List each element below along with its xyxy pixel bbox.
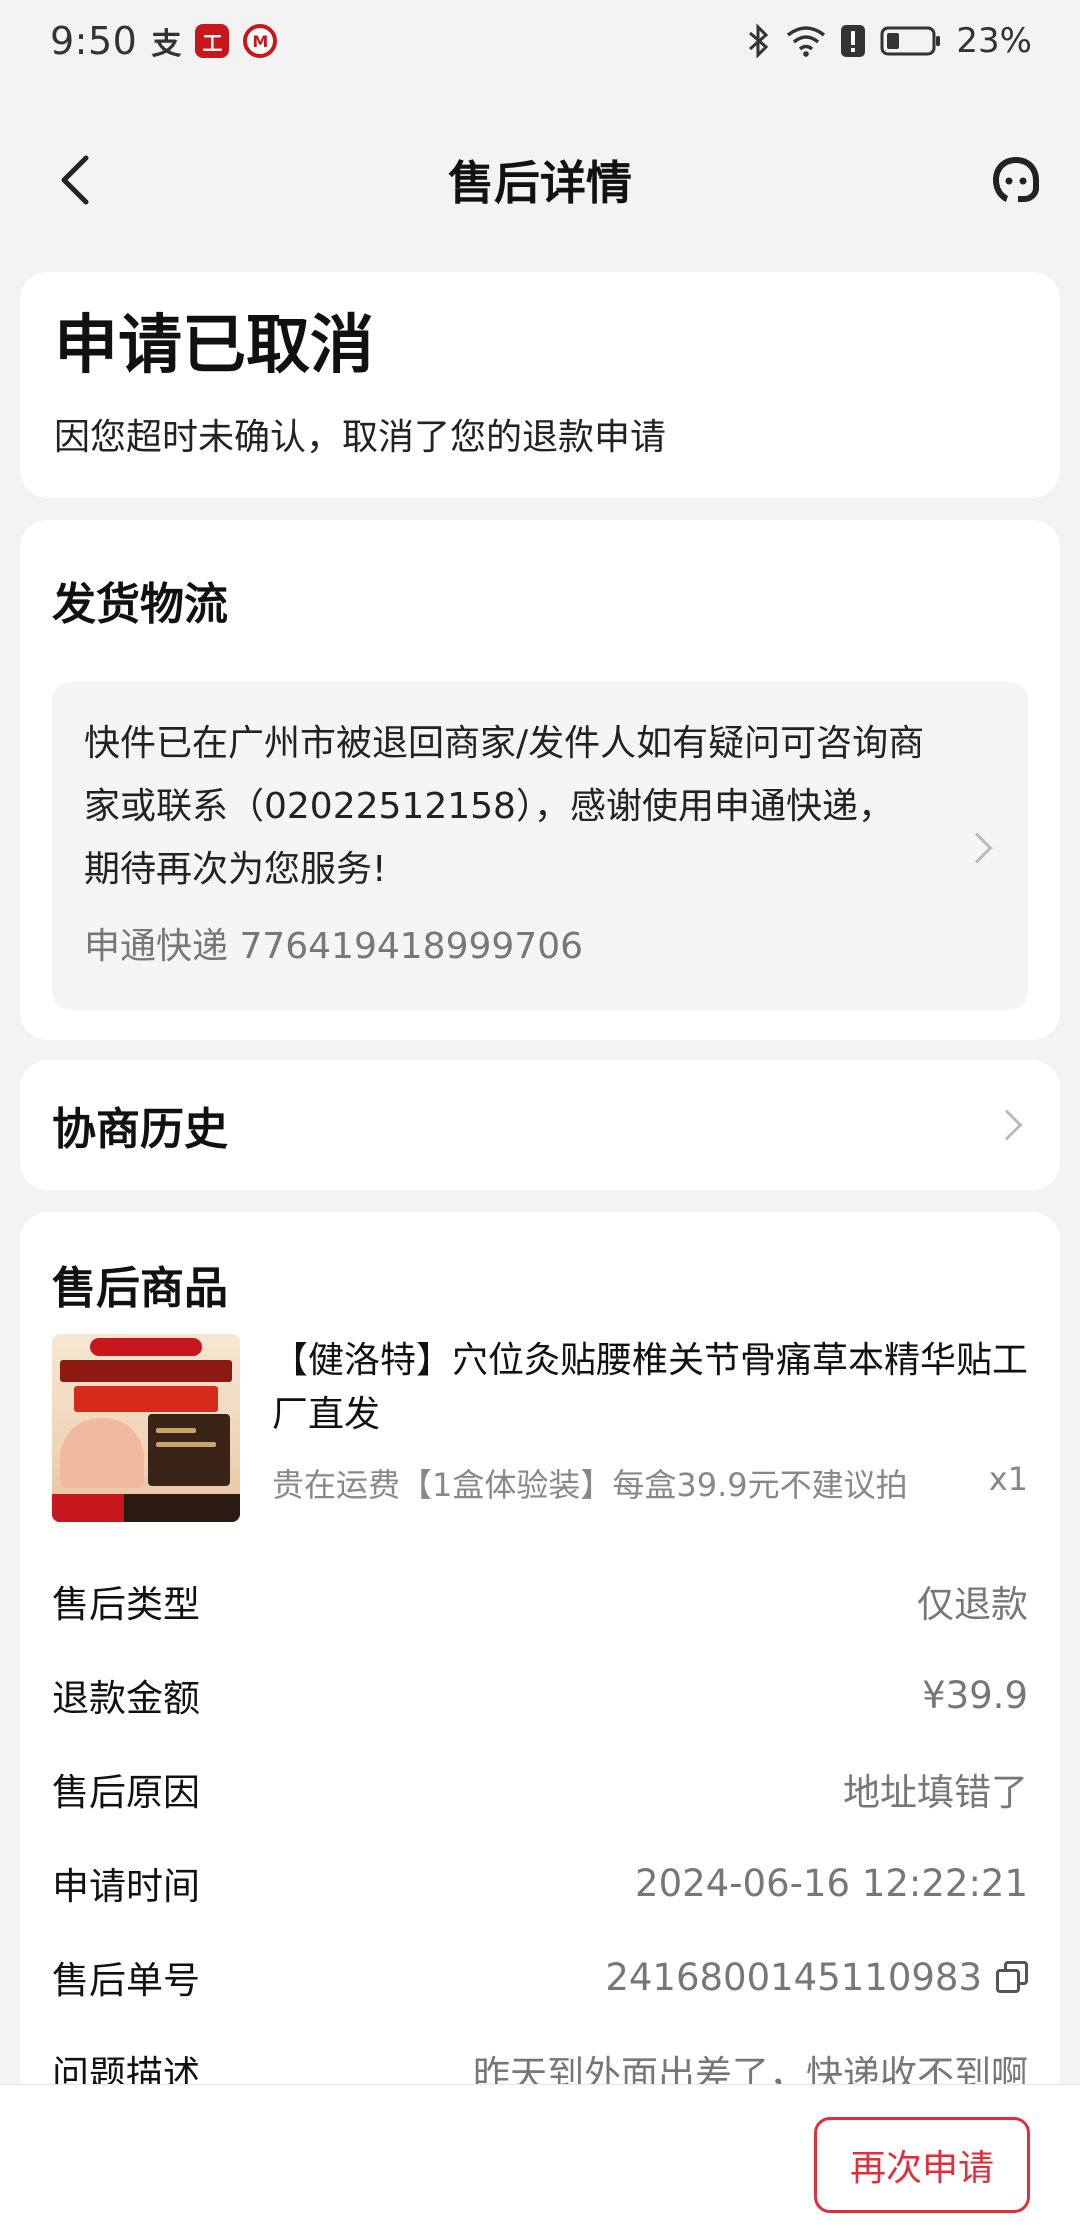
status-right: 23% — [746, 21, 1032, 61]
battery-icon — [880, 26, 941, 56]
info-value: 2024-06-16 12:22:21 — [635, 1861, 1028, 1905]
goods-section-title: 售后商品 — [52, 1263, 228, 1314]
page-title: 售后详情 — [448, 156, 632, 210]
logistics-card: 发货物流 快件已在广州市被退回商家/发件人如有疑问可咨询商家或联系（020225… — [20, 520, 1060, 1040]
battery-percent: 23% — [956, 21, 1032, 61]
product-image — [52, 1334, 240, 1522]
chevron-left-icon — [61, 155, 89, 205]
copy-icon[interactable] — [996, 1961, 1028, 1993]
status-card: 申请已取消 因您超时未确认，取消了您的退款申请 — [20, 272, 1060, 498]
bottom-action-bar: 再次申请 — [0, 2084, 1080, 2240]
info-value: 仅退款 — [917, 1583, 1028, 1626]
negotiation-history-row[interactable]: 协商历史 — [20, 1060, 1060, 1190]
bank-icon: 工 — [195, 24, 230, 58]
info-value: 2416800145110983 — [605, 1955, 982, 1999]
status-time: 9:50 — [50, 19, 138, 63]
refund-status-description: 因您超时未确认，取消了您的退款申请 — [54, 417, 667, 458]
alipay-icon: 支 — [151, 27, 182, 62]
product-spec: 贵在运费【1盒体验装】每盒39.9元不建议拍 — [272, 1466, 908, 1504]
info-row-type: 售后类型 仅退款 — [52, 1554, 1028, 1648]
customer-service-button[interactable] — [980, 144, 1052, 216]
info-row-time: 申请时间 2024-06-16 12:22:21 — [52, 1836, 1028, 1930]
chevron-right-icon — [991, 1109, 1023, 1141]
product-name: 【健洛特】穴位灸贴腰椎关节骨痛草本精华贴工厂直发 — [272, 1340, 1029, 1435]
info-row-reason: 售后原因 地址填错了 — [52, 1742, 1028, 1836]
logistics-section-title: 发货物流 — [52, 579, 228, 630]
reapply-button[interactable]: 再次申请 — [814, 2117, 1030, 2213]
chevron-right-icon — [961, 832, 993, 864]
info-label: 申请时间 — [52, 1865, 200, 1908]
product-info: 【健洛特】穴位灸贴腰椎关节骨痛草本精华贴工厂直发 贵在运费【1盒体验装】每盒39… — [272, 1334, 1028, 1522]
product-item[interactable]: 【健洛特】穴位灸贴腰椎关节骨痛草本精华贴工厂直发 贵在运费【1盒体验装】每盒39… — [52, 1334, 1028, 1522]
nav-header: 售后详情 — [0, 110, 1080, 250]
product-spec-row: 贵在运费【1盒体验装】每盒39.9元不建议拍 x1 — [272, 1460, 1028, 1506]
info-row-order-number: 售后单号 2416800145110983 — [52, 1930, 1028, 2024]
status-left: 9:50 支 工 M — [50, 19, 278, 63]
logistics-message: 快件已在广州市被退回商家/发件人如有疑问可咨询商家或联系（02022512158… — [84, 723, 925, 890]
wifi-icon — [787, 26, 826, 57]
order-number-value: 2416800145110983 — [605, 1956, 1028, 1999]
info-value: 地址填错了 — [843, 1771, 1028, 1814]
info-label: 售后原因 — [52, 1771, 200, 1814]
info-value: ¥39.9 — [922, 1673, 1028, 1717]
info-row-amount: 退款金额 ¥39.9 — [52, 1648, 1028, 1742]
product-quantity: x1 — [988, 1460, 1028, 1498]
negotiation-history-title: 协商历史 — [52, 1104, 228, 1155]
customer-service-icon — [993, 157, 1039, 202]
info-label: 售后单号 — [52, 1959, 200, 2002]
status-bar: 9:50 支 工 M 23% — [0, 0, 1080, 82]
back-button[interactable] — [44, 150, 104, 210]
info-label: 售后类型 — [52, 1583, 200, 1626]
after-sale-info-list: 售后类型 仅退款 退款金额 ¥39.9 售后原因 地址填错了 申请时间 2024… — [52, 1554, 1028, 2118]
cmb-icon: M — [243, 24, 278, 58]
info-label: 退款金额 — [52, 1677, 200, 1720]
logistics-detail-link[interactable]: 快件已在广州市被退回商家/发件人如有疑问可咨询商家或联系（02022512158… — [52, 682, 1028, 1010]
alert-icon — [841, 25, 866, 57]
tracking-number: 申通快递 776419418999706 — [84, 926, 584, 967]
bluetooth-icon — [749, 23, 769, 59]
refund-status-title: 申请已取消 — [54, 309, 374, 383]
